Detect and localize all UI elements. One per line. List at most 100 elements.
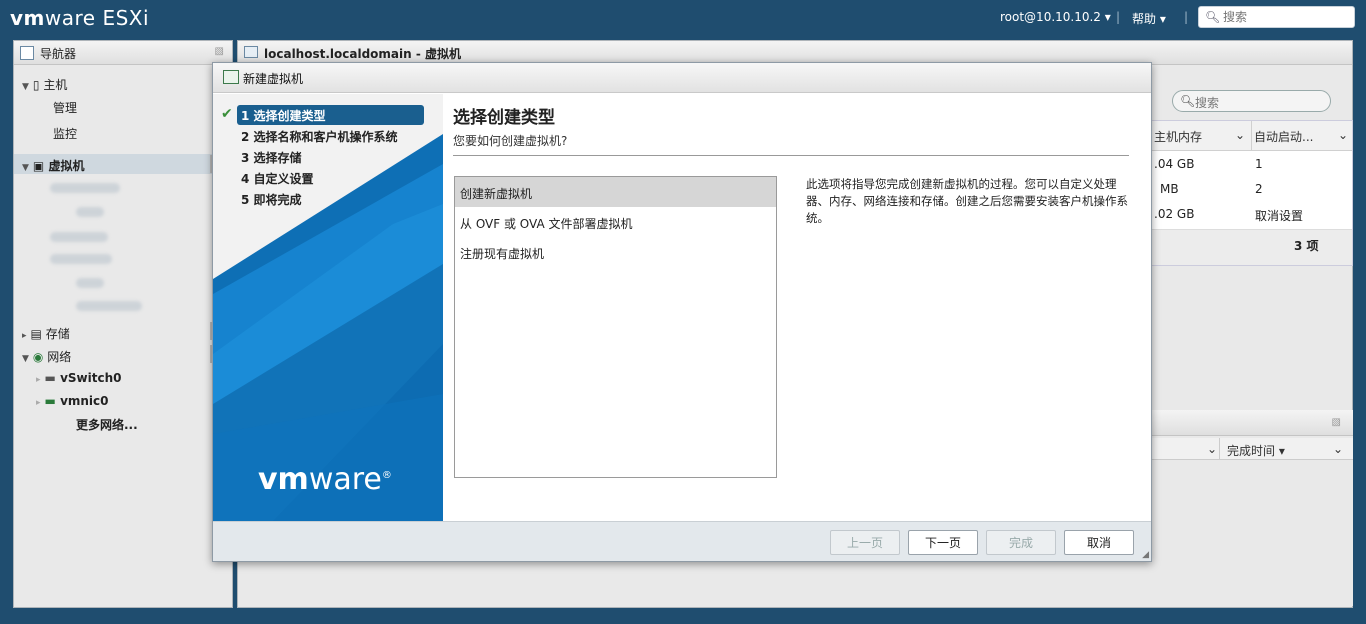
caret-right-icon[interactable]: ▸ [22,331,27,341]
switch-icon: ▬ [44,371,56,385]
row-mem: MB [1160,182,1179,196]
vm-table: 主机内存 ⌄ 自动启动... ⌄ .04 GB 1 MB 2 .02 GB 取消… [1151,120,1353,266]
row-mem: .02 GB [1154,207,1195,221]
cancel-button[interactable]: 取消 [1064,530,1134,555]
step-3[interactable]: 3 选择存储 [237,147,302,167]
check-icon: ✔ [221,106,233,122]
col-host-memory-label: 主机内存 [1154,130,1203,144]
blurred-vm-item[interactable] [76,301,142,311]
vmware-logo: vmware® [258,462,392,497]
nav-vswitch-label: vSwitch0 [60,371,122,385]
step-5[interactable]: 5 即将完成 [237,189,302,209]
wizard-sidebar: ✔ 1 选择创建类型 2 选择名称和客户机操作系统 3 选择存储 4 自定义设置… [213,94,443,521]
step-heading: 选择创建类型 [453,108,555,128]
caret-right-icon[interactable]: ▸ [36,375,41,385]
prev-button[interactable]: 上一页 [830,530,900,555]
nav-host-label: 主机 [43,78,68,92]
main-title: localhost.localdomain - 虚拟机 [264,47,462,61]
navigator-header: 导航器 ▧ [14,41,232,65]
option-create-new-vm[interactable]: 创建新虚拟机 [455,177,776,207]
separator: | [1184,10,1189,24]
new-vm-icon [223,70,239,84]
option-register-existing-vm[interactable]: 注册现有虚拟机 [455,237,776,267]
global-search[interactable]: 🔍︎ [1198,6,1355,28]
logo-vm: vm [258,462,309,497]
nav-vmnic[interactable]: ▸ ▬ vmnic0 [36,394,109,408]
blurred-vm-item[interactable] [76,278,104,288]
column-divider [1219,438,1220,460]
step-4[interactable]: 4 自定义设置 [237,168,314,188]
network-icon: ◉ [32,350,44,364]
chevron-down-icon[interactable]: ⌄ [1333,442,1343,456]
search-icon: 🔍︎ [1180,94,1196,108]
option-description: 此选项将指导您完成创建新虚拟机的过程。您可以自定义处理器、内存、网络连接和存储。… [806,177,1128,225]
navigator-panel: 导航器 ▧ ▼ ▯ 主机 管理 监控 ▼ ▣ 虚拟机 ▸ ▤ 存储 ▼ ◉ 网络 ▸ ▬ … [13,40,233,608]
finish-button[interactable]: 完成 [986,530,1056,555]
nav-network[interactable]: ▼ ◉ 网络 [22,348,71,365]
host-icon: ▯ [32,78,40,92]
nav-vms-label: 虚拟机 [48,159,85,173]
brand-ware: ware [44,6,96,30]
blurred-vm-item[interactable] [76,207,104,217]
col-complete-time[interactable]: 完成时间 ▾ [1227,442,1285,459]
global-search-input[interactable] [1221,9,1349,25]
dialog-footer: 上一页 下一页 完成 取消 ◢ [213,521,1151,561]
vmware-esxi-logo: vmware ESXi [10,6,149,30]
caret-right-icon[interactable]: ▸ [36,398,41,408]
navigator-title: 导航器 [40,47,77,61]
nav-host[interactable]: ▼ ▯ 主机 [22,76,67,93]
recent-tasks-columns: ⌄ 完成时间 ▾ ⌄ [1151,438,1353,460]
chevron-down-icon[interactable]: ⌄ [1207,442,1217,456]
brand-vm: vm [10,6,45,30]
step-1[interactable]: 1 选择创建类型 [237,105,424,125]
resize-grip-icon[interactable]: ◢ [1142,550,1149,560]
next-button[interactable]: 下一页 [908,530,978,555]
caret-down-icon[interactable]: ▼ [22,354,29,364]
brand-product: ESXi [95,6,150,30]
pin-icon[interactable]: ▧ [215,46,224,57]
row-autostart: 2 [1255,182,1263,196]
nav-storage-label: 存储 [45,327,70,341]
recent-tasks-panel: ▧ ⌄ 完成时间 ▾ ⌄ [1151,410,1353,606]
creation-type-list[interactable]: 创建新虚拟机 从 OVF 或 OVA 文件部署虚拟机 注册现有虚拟机 [454,176,777,478]
divider [453,155,1129,156]
logo-ware: ware [308,462,382,497]
vm-list-icon [244,46,258,58]
nav-more-networks[interactable]: 更多网络... [76,416,138,433]
nav-vmnic-label: vmnic0 [60,394,109,408]
row-mem: .04 GB [1154,157,1195,171]
vm-icon: ▣ [32,159,45,173]
step-2[interactable]: 2 选择名称和客户机操作系统 [237,126,398,146]
nic-icon: ▬ [44,394,56,408]
caret-down-icon[interactable]: ▼ [22,163,29,173]
dialog-title-bar: 新建虚拟机 [213,63,1151,93]
top-bar: vmware ESXi root@10.10.10.2 ▾ | 帮助 ▾ | 🔍… [0,0,1366,34]
row-autostart: 取消设置 [1255,209,1304,223]
caret-down-icon[interactable]: ▼ [22,82,29,92]
nav-network-label: 网络 [47,350,72,364]
step-question: 您要如何创建虚拟机? [453,134,568,148]
new-vm-dialog: 新建虚拟机 ✔ 1 选择创建类型 2 选择名称和客户机操作系统 3 选择存储 4… [212,62,1152,562]
vm-search[interactable]: 🔍︎ 搜索 [1172,90,1331,112]
nav-monitor[interactable]: 监控 [53,125,77,142]
help-menu[interactable]: 帮助 ▾ [1132,10,1166,27]
nav-manage[interactable]: 管理 [53,99,77,116]
nav-storage[interactable]: ▸ ▤ 存储 [22,325,70,342]
option-deploy-ovf-ova[interactable]: 从 OVF 或 OVA 文件部署虚拟机 [455,207,776,237]
nav-vswitch[interactable]: ▸ ▬ vSwitch0 [36,371,121,385]
user-menu[interactable]: root@10.10.10.2 ▾ [1000,10,1111,24]
chevron-down-icon[interactable]: ⌄ [1235,128,1245,142]
nav-vms[interactable]: ▼ ▣ 虚拟机 [22,157,84,174]
col-autostart[interactable]: 自动启动... ⌄ [1252,121,1352,151]
blurred-vm-item[interactable] [50,183,120,193]
chevron-down-icon[interactable]: ⌄ [1338,128,1348,142]
blurred-vm-item[interactable] [50,232,108,242]
row-autostart: 1 [1255,157,1263,171]
recent-tasks-header: ▧ [1151,410,1353,436]
pin-icon[interactable]: ▧ [1332,417,1341,428]
vm-search-placeholder: 搜索 [1195,96,1220,110]
blurred-vm-item[interactable] [50,254,112,264]
col-host-memory[interactable]: 主机内存 ⌄ [1152,121,1252,151]
col-autostart-label: 自动启动... [1254,130,1314,144]
wizard-content: 选择创建类型 您要如何创建虚拟机? 创建新虚拟机 从 OVF 或 OVA 文件部… [444,94,1151,521]
